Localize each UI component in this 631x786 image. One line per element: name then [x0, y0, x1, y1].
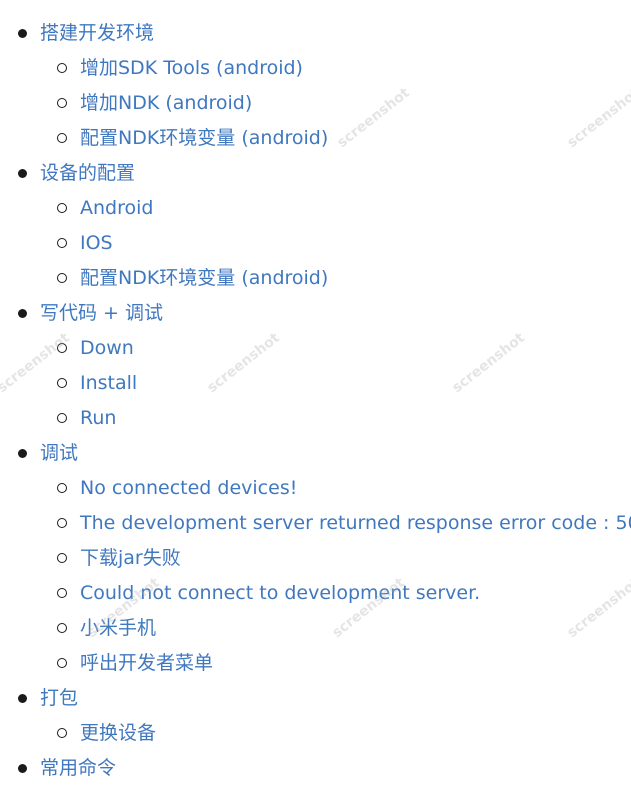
circle-bullet-icon: [57, 483, 67, 493]
toc-subitem-link[interactable]: IOS: [80, 226, 631, 261]
toc-subitem: 配置NDK环境变量 (android): [40, 261, 631, 296]
toc-subitem-link[interactable]: 增加SDK Tools (android): [80, 51, 631, 86]
toc-subitem-link[interactable]: No connected devices!: [80, 471, 631, 506]
toc-subitem-link[interactable]: The development server returned response…: [80, 506, 631, 541]
toc-subitem: No connected devices!: [40, 471, 631, 506]
toc-subitem-link[interactable]: 增加NDK (android): [80, 86, 631, 121]
toc-section: 调试 No connected devices! The development…: [0, 436, 631, 681]
toc-section-link[interactable]: 搭建开发环境: [40, 16, 631, 51]
circle-bullet-icon: [57, 553, 67, 563]
circle-bullet-icon: [57, 343, 67, 353]
toc-section-link[interactable]: 设备的配置: [40, 156, 631, 191]
circle-bullet-icon: [57, 203, 67, 213]
circle-bullet-icon: [57, 413, 67, 423]
toc-subitem-link[interactable]: 配置NDK环境变量 (android): [80, 261, 631, 296]
toc-subitem-link[interactable]: Could not connect to development server.: [80, 576, 631, 611]
toc-section: 打包 更换设备: [0, 681, 631, 751]
table-of-contents: 搭建开发环境 增加SDK Tools (android) 增加NDK (andr…: [0, 16, 631, 786]
toc-subitem-link[interactable]: 更换设备: [80, 716, 631, 751]
circle-bullet-icon: [57, 728, 67, 738]
toc-subitem-link[interactable]: 小米手机: [80, 611, 631, 646]
toc-sublist: No connected devices! The development se…: [40, 471, 631, 681]
toc-subitem: Android: [40, 191, 631, 226]
circle-bullet-icon: [57, 658, 67, 668]
toc-section-link[interactable]: 写代码 + 调试: [40, 296, 631, 331]
circle-bullet-icon: [57, 588, 67, 598]
circle-bullet-icon: [57, 378, 67, 388]
toc-section-link[interactable]: 打包: [40, 681, 631, 716]
toc-sublist: 增加SDK Tools (android) 增加NDK (android) 配置…: [40, 51, 631, 156]
toc-subitem: 更换设备: [40, 716, 631, 751]
toc-section: 搭建开发环境 增加SDK Tools (android) 增加NDK (andr…: [0, 16, 631, 156]
toc-section-link[interactable]: 调试: [40, 436, 631, 471]
toc-sublist: Android IOS 配置NDK环境变量 (android): [40, 191, 631, 296]
disc-bullet-icon: [18, 169, 27, 178]
toc-subitem: 下载jar失败: [40, 541, 631, 576]
circle-bullet-icon: [57, 623, 67, 633]
disc-bullet-icon: [18, 29, 27, 38]
circle-bullet-icon: [57, 133, 67, 143]
toc-section: 写代码 + 调试 Down Install Run: [0, 296, 631, 436]
toc-subitem: 配置NDK环境变量 (android): [40, 121, 631, 156]
disc-bullet-icon: [18, 694, 27, 703]
disc-bullet-icon: [18, 309, 27, 318]
toc-section: 常用命令: [0, 751, 631, 786]
disc-bullet-icon: [18, 764, 27, 773]
toc-subitem: 增加NDK (android): [40, 86, 631, 121]
toc-subitem-link[interactable]: Down: [80, 331, 631, 366]
circle-bullet-icon: [57, 238, 67, 248]
circle-bullet-icon: [57, 63, 67, 73]
toc-subitem: 增加SDK Tools (android): [40, 51, 631, 86]
toc-sublist: 更换设备: [40, 716, 631, 751]
toc-subitem: Down: [40, 331, 631, 366]
circle-bullet-icon: [57, 518, 67, 528]
toc-section-link[interactable]: 常用命令: [40, 751, 631, 786]
toc-sublist: Down Install Run: [40, 331, 631, 436]
toc-subitem: Install: [40, 366, 631, 401]
disc-bullet-icon: [18, 449, 27, 458]
circle-bullet-icon: [57, 273, 67, 283]
circle-bullet-icon: [57, 98, 67, 108]
toc-subitem-link[interactable]: Android: [80, 191, 631, 226]
toc-subitem: Could not connect to development server.: [40, 576, 631, 611]
toc-subitem: 呼出开发者菜单: [40, 646, 631, 681]
toc-subitem: Run: [40, 401, 631, 436]
toc-subitem-link[interactable]: Install: [80, 366, 631, 401]
toc-subitem: The development server returned response…: [40, 506, 631, 541]
toc-subitem-link[interactable]: Run: [80, 401, 631, 436]
toc-subitem: IOS: [40, 226, 631, 261]
toc-subitem-link[interactable]: 呼出开发者菜单: [80, 646, 631, 681]
toc-subitem: 小米手机: [40, 611, 631, 646]
toc-subitem-link[interactable]: 配置NDK环境变量 (android): [80, 121, 631, 156]
toc-subitem-link[interactable]: 下载jar失败: [80, 541, 631, 576]
toc-section: 设备的配置 Android IOS 配置NDK环境变量 (android): [0, 156, 631, 296]
